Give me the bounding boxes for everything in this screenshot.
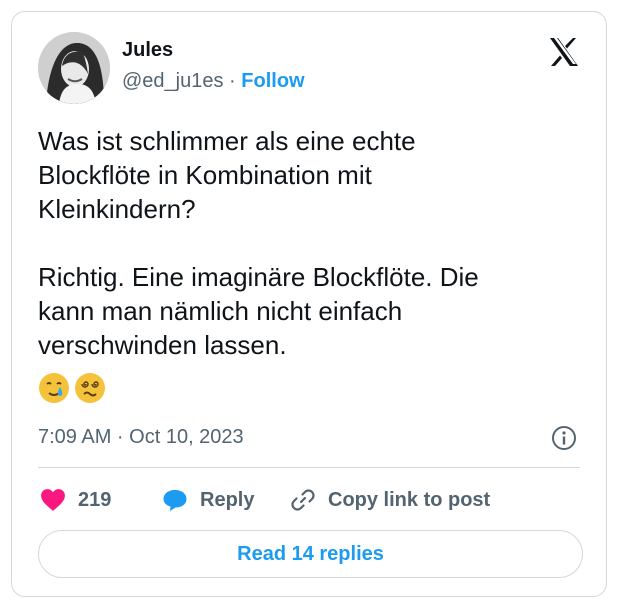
like-count: 219 [78, 488, 112, 511]
reply-button[interactable]: Reply [162, 482, 254, 518]
follow-button[interactable]: Follow [241, 70, 304, 92]
tweet-emojis [38, 372, 106, 406]
read-replies-label: Read 14 replies [237, 542, 384, 565]
author-name[interactable]: Jules [122, 39, 173, 62]
tweet-card: Jules @ed_ju1es · Follow Was ist schlimm… [11, 11, 607, 597]
tweet-text: Was ist schlimmer als eine echte Blockfl… [38, 126, 479, 360]
tweet-timestamp[interactable]: 7:09 AM · Oct 10, 2023 [38, 426, 244, 449]
x-logo-icon[interactable] [548, 36, 580, 68]
info-icon[interactable] [550, 424, 578, 452]
divider [38, 467, 580, 468]
reply-label: Reply [200, 488, 255, 511]
handle-separator: · [229, 70, 236, 92]
author-handle-row: @ed_ju1es · Follow [122, 70, 305, 93]
avatar[interactable] [38, 32, 110, 104]
like-button[interactable]: 219 [40, 482, 111, 518]
smiling-face-with-tear-icon [39, 373, 69, 403]
tweet-actions: 219 Reply Copy link to post [38, 482, 583, 518]
avatar-image [38, 32, 110, 104]
author-handle[interactable]: @ed_ju1es [122, 70, 223, 92]
copy-link-button[interactable]: Copy link to post [290, 482, 490, 518]
link-icon [291, 489, 315, 511]
heart-icon [41, 489, 65, 511]
speech-bubble-icon [163, 490, 187, 511]
face-with-spiral-eyes-icon [75, 373, 105, 403]
read-replies-button[interactable]: Read 14 replies [38, 530, 583, 578]
copy-link-label: Copy link to post [328, 488, 491, 511]
